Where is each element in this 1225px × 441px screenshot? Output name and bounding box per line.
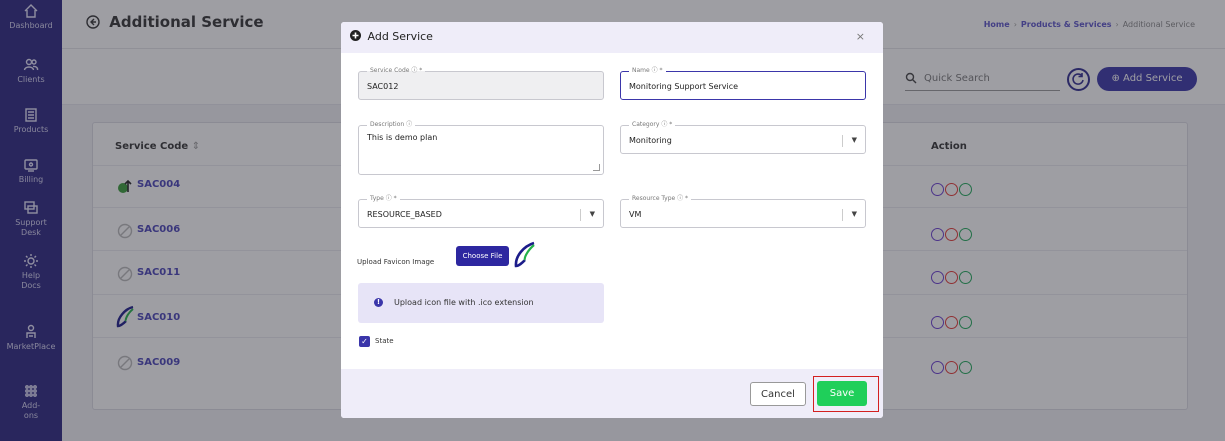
state-checkbox[interactable]: ✓	[359, 336, 370, 347]
plus-circle-icon	[350, 30, 361, 41]
resize-handle[interactable]	[593, 164, 600, 171]
info-alert: ! Upload icon file with .ico extension	[358, 283, 604, 323]
close-icon[interactable]: ×	[856, 30, 865, 43]
service-code-label: Service Code ⓘ *	[367, 67, 426, 75]
resource-type-label: Resource Type ⓘ *	[629, 195, 692, 203]
type-select[interactable]: Type ⓘ * RESOURCE_BASED ▼	[358, 195, 604, 228]
service-code-field: Service Code ⓘ * SAC012	[358, 67, 604, 100]
description-label: Description ⓘ	[367, 121, 416, 129]
service-code-value: SAC012	[367, 82, 399, 91]
type-label: Type ⓘ *	[367, 195, 400, 203]
choose-file-button[interactable]: Choose File	[456, 246, 509, 266]
cancel-button[interactable]: Cancel	[750, 382, 806, 406]
chevron-down-icon: ▼	[851, 210, 857, 218]
modal-title: Add Service	[350, 30, 433, 43]
divider	[580, 209, 581, 221]
resource-type-select[interactable]: Resource Type ⓘ * VM ▼	[620, 195, 866, 228]
save-button[interactable]: Save	[817, 381, 867, 406]
add-service-modal: Add Service × Service Code ⓘ * SAC012 Na…	[341, 22, 883, 418]
favicon-preview-icon	[514, 241, 535, 268]
modal-title-text: Add Service	[367, 30, 433, 43]
info-icon: !	[374, 298, 383, 307]
state-label: State	[375, 337, 394, 345]
divider	[842, 135, 843, 147]
resource-type-value: VM	[629, 210, 642, 219]
chevron-down-icon: ▼	[589, 210, 595, 218]
info-text: Upload icon file with .ico extension	[394, 298, 534, 307]
name-label: Name ⓘ *	[629, 67, 666, 75]
description-field[interactable]: Description ⓘ This is demo plan	[358, 121, 604, 175]
divider	[842, 209, 843, 221]
name-field[interactable]: Name ⓘ * Monitoring Support Service	[620, 67, 866, 100]
modal-footer: Cancel Save	[341, 369, 883, 418]
modal-header: Add Service ×	[341, 22, 883, 53]
chevron-down-icon: ▼	[851, 136, 857, 144]
description-value: This is demo plan	[367, 133, 438, 142]
name-value: Monitoring Support Service	[629, 82, 739, 91]
type-value: RESOURCE_BASED	[367, 210, 442, 219]
category-label: Category ⓘ *	[629, 121, 676, 129]
category-select[interactable]: Category ⓘ * Monitoring ▼	[620, 121, 866, 154]
upload-favicon-label: Upload Favicon Image	[357, 258, 435, 266]
category-value: Monitoring	[629, 136, 672, 145]
